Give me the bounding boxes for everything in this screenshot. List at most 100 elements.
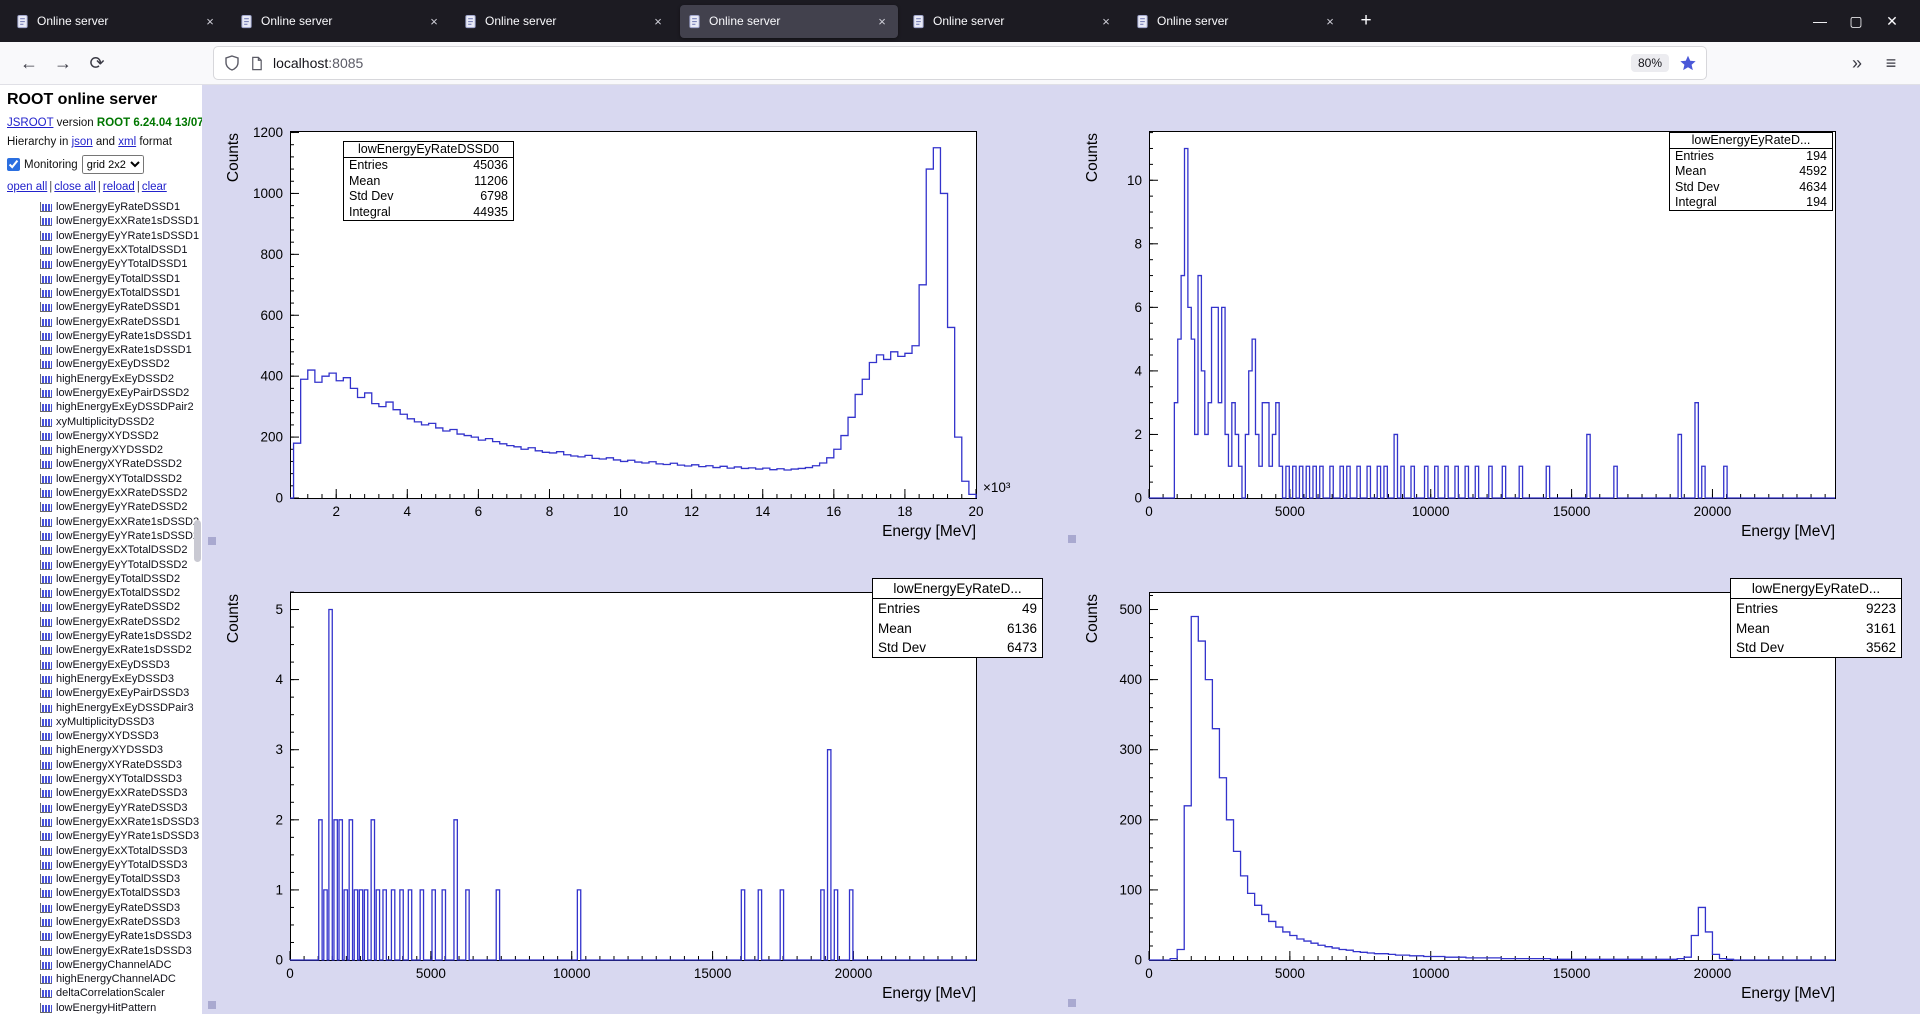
tree-item[interactable]: lowEnergyEyRate1sDSSD2	[7, 629, 202, 643]
tree-item[interactable]: lowEnergyEyYTotalDSSD1	[7, 257, 202, 271]
url-text[interactable]: localhost:8085	[273, 55, 363, 71]
tree-item[interactable]: lowEnergyEyRate1sDSSD3	[7, 929, 202, 943]
tree-item[interactable]: lowEnergyExEyPairDSSD2	[7, 386, 202, 400]
tree-item[interactable]: lowEnergyChannelADC	[7, 958, 202, 972]
tree-item[interactable]: lowEnergyExRate1sDSSD3	[7, 943, 202, 957]
url-bar[interactable]: localhost:8085 80%	[214, 47, 1706, 79]
tree-item[interactable]: lowEnergyExXRate1sDSSD2	[7, 515, 202, 529]
open-all-link[interactable]: open all	[7, 181, 47, 193]
tree-item[interactable]: lowEnergyEyYRate1sDSSD3	[7, 829, 202, 843]
tree-item[interactable]: lowEnergyExXTotalDSSD2	[7, 543, 202, 557]
json-link[interactable]: json	[72, 136, 93, 148]
tree-item[interactable]: lowEnergyExRateDSSD3	[7, 915, 202, 929]
tree-item[interactable]: lowEnergyEyRateDSSD2	[7, 600, 202, 614]
xml-link[interactable]: xml	[118, 136, 136, 148]
tree-item[interactable]: xyMultiplicityDSSD2	[7, 414, 202, 428]
tree-item[interactable]: lowEnergyEyYRateDSSD3	[7, 800, 202, 814]
tree-item[interactable]: lowEnergyEyRate1sDSSD1	[7, 329, 202, 343]
tree-item[interactable]: lowEnergyEyYRateDSSD2	[7, 500, 202, 514]
tree-item[interactable]: lowEnergyExTotalDSSD1	[7, 286, 202, 300]
tree-item[interactable]: lowEnergyExXRate1sDSSD3	[7, 815, 202, 829]
tree-item[interactable]: lowEnergyEyTotalDSSD2	[7, 572, 202, 586]
jsroot-link[interactable]: JSROOT	[7, 117, 53, 129]
tree-item[interactable]: deltaCorrelationScaler	[7, 986, 202, 1000]
tab-close-icon[interactable]: ×	[425, 12, 443, 30]
pad-resize-handle[interactable]	[1068, 999, 1076, 1007]
tree-item[interactable]: lowEnergyExTotalDSSD3	[7, 886, 202, 900]
menu-button[interactable]: ≡	[1874, 47, 1908, 79]
tree-item[interactable]: highEnergyExEyDSSDPair3	[7, 700, 202, 714]
tree-item[interactable]: highEnergyExEyDSSDPair2	[7, 400, 202, 414]
stats-box[interactable]: lowEnergyEyRateD...Entries194Mean4592Std…	[1669, 132, 1833, 211]
tree-item[interactable]: lowEnergyExRate1sDSSD1	[7, 343, 202, 357]
tab-close-icon[interactable]: ×	[649, 12, 667, 30]
stats-box[interactable]: lowEnergyEyRateD...Entries9223Mean3161St…	[1730, 578, 1902, 658]
tree-item[interactable]: lowEnergyXYDSSD3	[7, 729, 202, 743]
zoom-indicator[interactable]: 80%	[1631, 54, 1669, 72]
tree-item[interactable]: lowEnergyExRate1sDSSD2	[7, 643, 202, 657]
tab-close-icon[interactable]: ×	[873, 12, 891, 30]
tree-item[interactable]: highEnergyExEyDSSD3	[7, 672, 202, 686]
tree-item[interactable]: lowEnergyXYTotalDSSD2	[7, 472, 202, 486]
browser-tab[interactable]: Online server×	[8, 5, 226, 38]
tree-item[interactable]: lowEnergyExXTotalDSSD1	[7, 243, 202, 257]
tree-item[interactable]: lowEnergyXYRateDSSD2	[7, 457, 202, 471]
tree-item[interactable]: lowEnergyExXRate1sDSSD1	[7, 214, 202, 228]
sidebar-scrollbar[interactable]	[194, 520, 201, 562]
tree-item[interactable]: lowEnergyExTotalDSSD2	[7, 586, 202, 600]
monitoring-checkbox[interactable]	[7, 158, 20, 171]
tree-item[interactable]: lowEnergyEyRateDSSD1	[7, 300, 202, 314]
browser-tab[interactable]: Online server×	[904, 5, 1122, 38]
tree-item[interactable]: highEnergyXYDSSD2	[7, 443, 202, 457]
tree-item[interactable]: lowEnergyXYRateDSSD3	[7, 758, 202, 772]
window-minimize-button[interactable]: —	[1802, 6, 1838, 36]
toolbar-overflow-button[interactable]: »	[1840, 47, 1874, 79]
tree-item[interactable]: highEnergyExEyDSSD2	[7, 372, 202, 386]
tree-item[interactable]: lowEnergyHitPattern	[7, 1001, 202, 1014]
tree-item[interactable]: lowEnergyEyRateDSSD3	[7, 901, 202, 915]
close-all-link[interactable]: close all	[54, 181, 96, 193]
browser-tab[interactable]: Online server×	[232, 5, 450, 38]
stats-box[interactable]: lowEnergyEyRateD...Entries49Mean6136Std …	[872, 578, 1043, 658]
stats-box[interactable]: lowEnergyEyRateDSSD0Entries45036Mean1120…	[343, 141, 514, 221]
tree-item[interactable]: lowEnergyExXRateDSSD3	[7, 786, 202, 800]
window-maximize-button[interactable]: ▢	[1838, 6, 1874, 36]
tab-close-icon[interactable]: ×	[201, 12, 219, 30]
browser-tab[interactable]: Online server×	[1128, 5, 1346, 38]
browser-tab[interactable]: Online server×	[680, 5, 898, 38]
tree-item[interactable]: lowEnergyXYDSSD2	[7, 429, 202, 443]
new-tab-button[interactable]: +	[1352, 7, 1380, 35]
reload-link[interactable]: reload	[103, 181, 135, 193]
reload-button[interactable]: ⟳	[80, 47, 114, 79]
tree-item[interactable]: lowEnergyExRateDSSD2	[7, 615, 202, 629]
back-button[interactable]: ←	[12, 47, 46, 79]
pad-resize-handle[interactable]	[208, 537, 216, 545]
tab-close-icon[interactable]: ×	[1097, 12, 1115, 30]
tree-item[interactable]: lowEnergyEyYRate1sDSSD1	[7, 229, 202, 243]
bookmark-star-icon[interactable]	[1679, 54, 1697, 72]
tree-item[interactable]: lowEnergyEyYTotalDSSD3	[7, 858, 202, 872]
window-close-button[interactable]: ✕	[1874, 6, 1910, 36]
grid-layout-select[interactable]: grid 2x2	[82, 155, 144, 174]
tree-item[interactable]: highEnergyChannelADC	[7, 972, 202, 986]
tree-item[interactable]: highEnergyXYDSSD3	[7, 743, 202, 757]
tree-item[interactable]: lowEnergyExRateDSSD1	[7, 314, 202, 328]
tree-item[interactable]: xyMultiplicityDSSD3	[7, 715, 202, 729]
tree-item[interactable]: lowEnergyEyYTotalDSSD2	[7, 557, 202, 571]
tab-close-icon[interactable]: ×	[1321, 12, 1339, 30]
tree-item[interactable]: lowEnergyEyYRate1sDSSD2	[7, 529, 202, 543]
tree-item[interactable]: lowEnergyExEyPairDSSD3	[7, 686, 202, 700]
tree-item[interactable]: lowEnergyXYTotalDSSD3	[7, 772, 202, 786]
pad-resize-handle[interactable]	[1068, 535, 1076, 543]
clear-link[interactable]: clear	[142, 181, 167, 193]
forward-button[interactable]: →	[46, 47, 80, 79]
histogram-canvas[interactable]: 2468101214161820020040060080010001200Cou…	[202, 85, 1061, 550]
tree-item[interactable]: lowEnergyEyRateDSSD1	[7, 200, 202, 214]
tree-item[interactable]: lowEnergyEyTotalDSSD3	[7, 872, 202, 886]
shield-icon[interactable]	[223, 54, 241, 72]
tree-item[interactable]: lowEnergyExEyDSSD3	[7, 658, 202, 672]
browser-tab[interactable]: Online server×	[456, 5, 674, 38]
tree-item[interactable]: lowEnergyExXRateDSSD2	[7, 486, 202, 500]
tree-item[interactable]: lowEnergyEyTotalDSSD1	[7, 271, 202, 285]
tree-item[interactable]: lowEnergyExXTotalDSSD3	[7, 843, 202, 857]
